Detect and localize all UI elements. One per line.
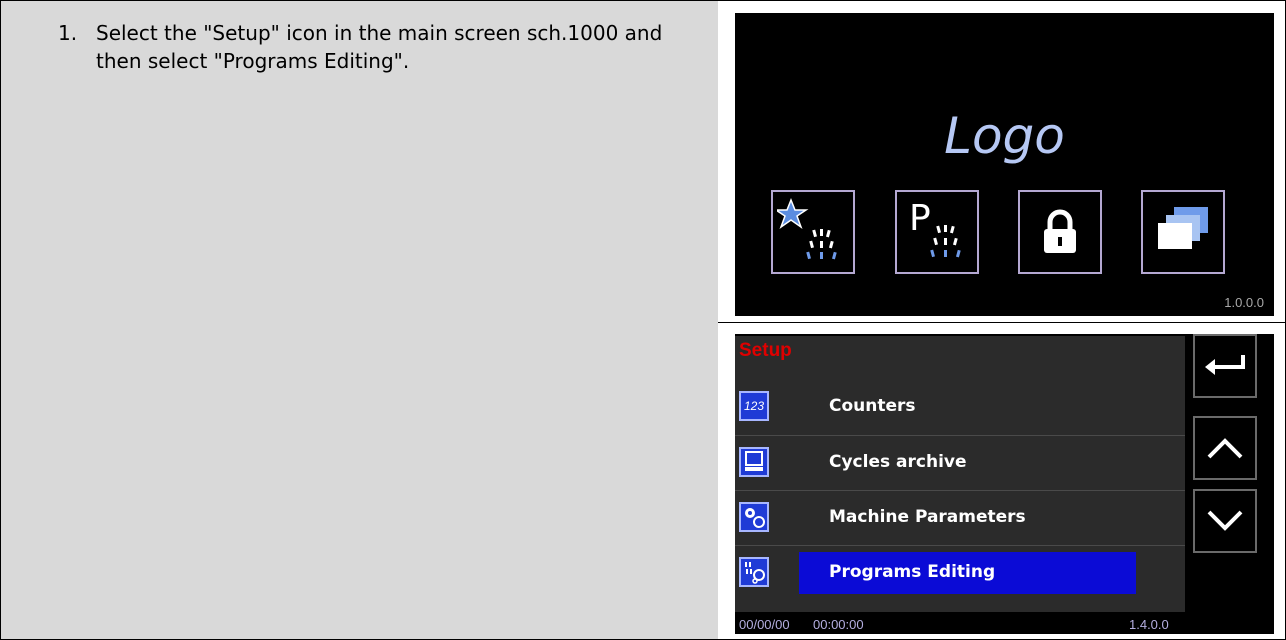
favorite-program-icon: [777, 197, 837, 260]
status-time: 00:00:00: [813, 617, 864, 632]
program-icon: P: [909, 198, 961, 258]
version-label: 1.0.0.0: [1224, 295, 1264, 310]
menu-item-cycles-archive[interactable]: Cycles archive: [735, 435, 1185, 490]
up-arrow-icon: [1207, 438, 1243, 459]
instruction-cell: 1. Select the "Setup" icon in the main s…: [0, 0, 719, 640]
setup-menu-panel: Setup 123 Counters Cycles archive Machin…: [735, 336, 1185, 612]
scroll-down-button[interactable]: [1193, 489, 1257, 553]
program-edit-icon: [739, 557, 769, 587]
menu-item-label: Machine Parameters: [829, 507, 1026, 527]
menu-item-counters[interactable]: 123 Counters: [735, 380, 1185, 435]
lock-icon: [1044, 209, 1076, 253]
counter-icon: 123: [739, 391, 769, 421]
menu-item-label: Counters: [829, 396, 916, 416]
svg-text:P: P: [909, 198, 931, 239]
back-icon: [1205, 355, 1245, 375]
scroll-up-button[interactable]: [1193, 416, 1257, 480]
setup-title: Setup: [739, 340, 792, 361]
gears-icon: [739, 502, 769, 532]
down-arrow-icon: [1207, 510, 1243, 531]
setup-screen: Setup 123 Counters Cycles archive Machin…: [735, 334, 1274, 634]
status-version: 1.4.0.0: [1129, 617, 1169, 632]
status-bar: 00/00/00 00:00:00 1.4.0.0: [735, 615, 1185, 634]
main-screen: Logo P 1.0.0.0: [735, 13, 1274, 316]
setup-button[interactable]: [1141, 190, 1225, 274]
lock-button[interactable]: [1018, 190, 1102, 274]
menu-item-label: Programs Editing: [829, 562, 996, 582]
archive-icon: [739, 447, 769, 477]
menu-item-machine-parameters[interactable]: Machine Parameters: [735, 490, 1185, 545]
status-date: 00/00/00: [739, 617, 790, 632]
menu-item-programs-editing[interactable]: Programs Editing: [735, 545, 1185, 600]
step-number: 1.: [58, 21, 78, 45]
favorite-program-button[interactable]: [771, 190, 855, 274]
back-button[interactable]: [1193, 334, 1257, 398]
logo: Logo: [944, 107, 1065, 165]
step-text: Select the "Setup" icon in the main scre…: [96, 21, 663, 73]
program-button[interactable]: P: [895, 190, 979, 274]
setup-icon: [1158, 207, 1208, 249]
menu-item-label: Cycles archive: [829, 452, 967, 472]
